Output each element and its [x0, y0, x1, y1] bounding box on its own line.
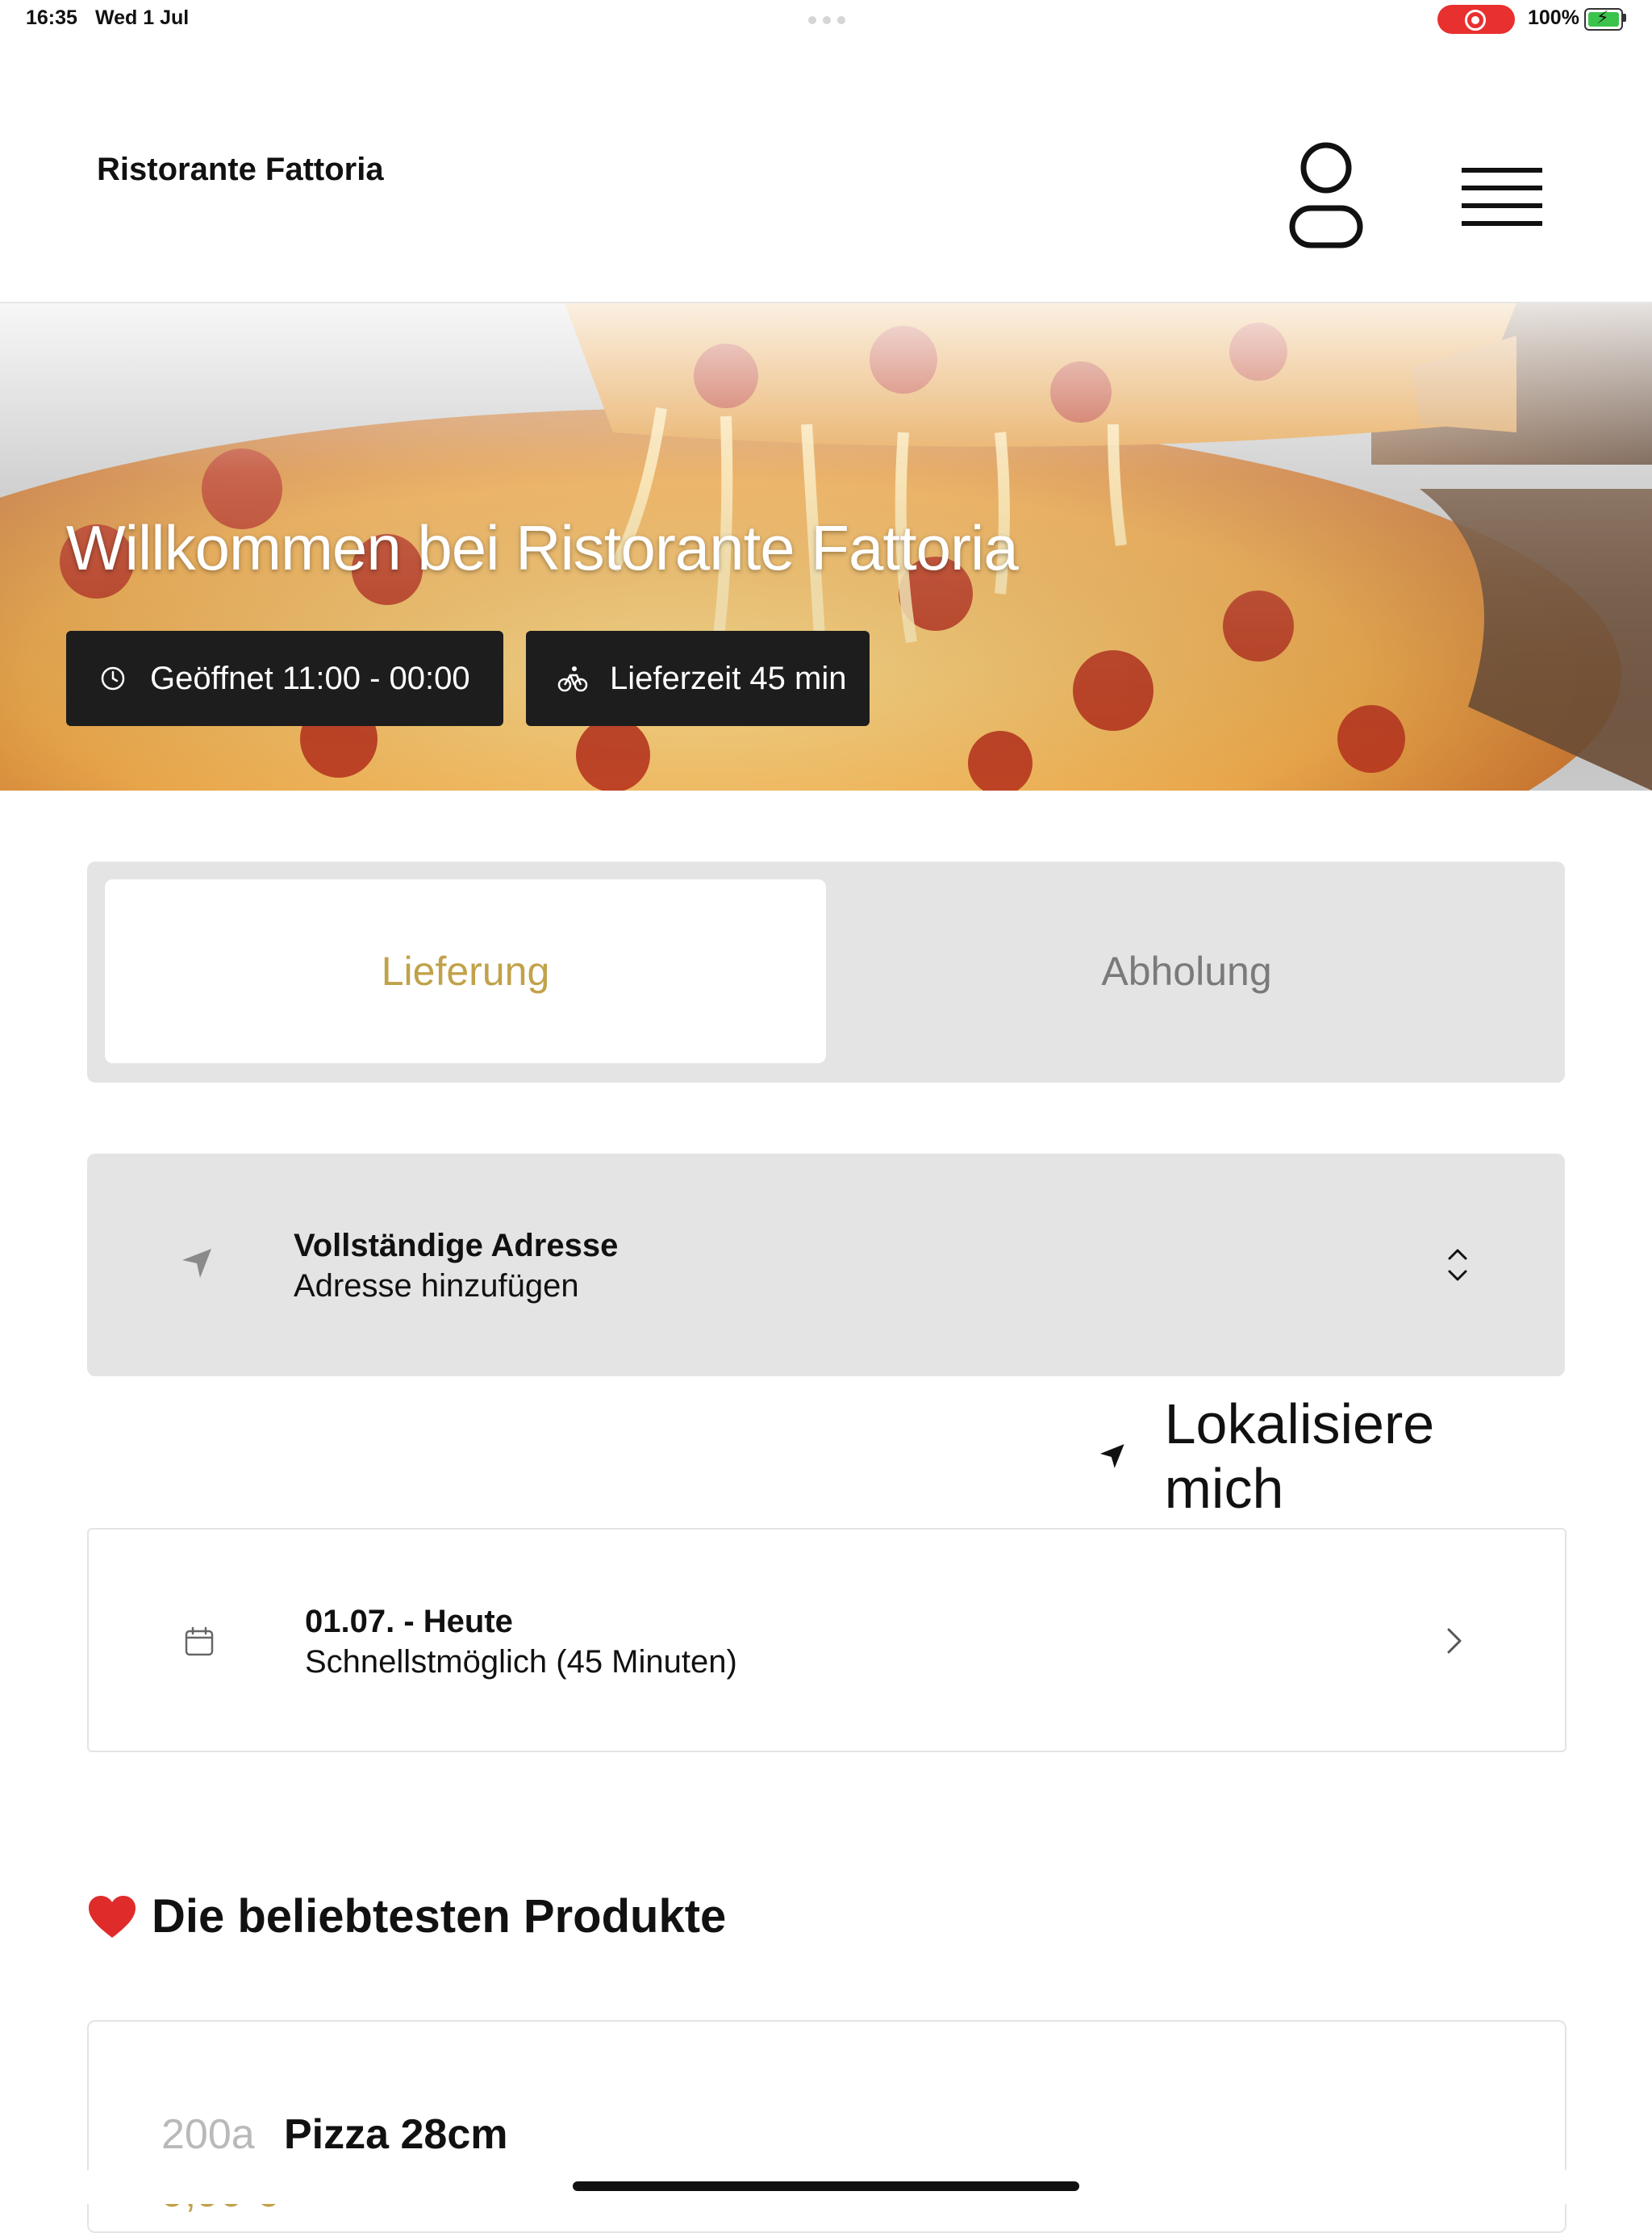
delivery-time-badge: Lieferzeit 45 min: [526, 631, 870, 726]
brand-name[interactable]: Ristorante Fattoria: [97, 152, 384, 188]
heart-icon: [89, 1895, 136, 1938]
menu-icon[interactable]: [1462, 136, 1542, 247]
user-icon[interactable]: [1287, 127, 1365, 257]
date-title: 01.07. - Heute: [305, 1604, 513, 1639]
status-bar: 16:35 Wed 1 Jul 100% ⚡: [0, 0, 1652, 40]
tab-abholung[interactable]: Abholung: [826, 879, 1547, 1063]
multitasking-dots-icon[interactable]: [808, 16, 845, 24]
clock-icon: [101, 666, 125, 691]
navigation-arrow-icon: [182, 1249, 211, 1278]
chevron-up-down-icon: [1448, 1249, 1467, 1281]
hero-banner: Willkommen bei Ristorante Fattoria Geöff…: [0, 303, 1652, 791]
locate-me-button[interactable]: Lokalisiere mich: [1097, 1392, 1565, 1520]
opening-hours-badge: Geöffnet 11:00 - 00:00: [66, 631, 503, 726]
status-date: Wed 1 Jul: [95, 6, 190, 29]
battery-tip: [1623, 14, 1626, 22]
hero-title: Willkommen bei Ristorante Fattoria: [66, 512, 1019, 583]
popular-products-title: Die beliebtesten Produkte: [152, 1890, 727, 1943]
delivery-time-selector[interactable]: 01.07. - Heute Schnellstmöglich (45 Minu…: [87, 1528, 1566, 1752]
address-subtitle: Adresse hinzufügen: [294, 1268, 579, 1304]
app-header: Ristorante Fattoria: [0, 40, 1652, 303]
date-subtitle: Schnellstmöglich (45 Minuten): [305, 1644, 737, 1680]
locate-me-label: Lokalisiere mich: [1164, 1392, 1435, 1520]
battery-percentage: 100%: [1528, 6, 1579, 29]
tab-lieferung[interactable]: Lieferung: [105, 879, 826, 1063]
order-mode-switch: Lieferung Abholung: [87, 862, 1565, 1083]
status-time: 16:35: [26, 6, 77, 29]
home-indicator[interactable]: [573, 2181, 1079, 2191]
calendar-icon: [185, 1626, 214, 1656]
address-title: Vollständige Adresse: [294, 1228, 619, 1263]
location-arrow-icon: [1099, 1444, 1124, 1468]
popular-products-heading: Die beliebtesten Produkte: [87, 1889, 726, 1943]
delivery-time-text: Lieferzeit 45 min: [610, 660, 847, 696]
battery-icon: ⚡: [1584, 8, 1623, 31]
bicycle-icon: [557, 666, 588, 692]
address-selector[interactable]: Vollständige Adresse Adresse hinzufügen: [87, 1154, 1565, 1376]
chevron-right-icon: [1447, 1628, 1462, 1654]
screen-recording-icon[interactable]: [1437, 5, 1515, 34]
product-name: Pizza 28cm: [284, 2111, 508, 2158]
opening-hours-text: Geöffnet 11:00 - 00:00: [150, 660, 470, 696]
product-code: 200a: [161, 2111, 255, 2158]
